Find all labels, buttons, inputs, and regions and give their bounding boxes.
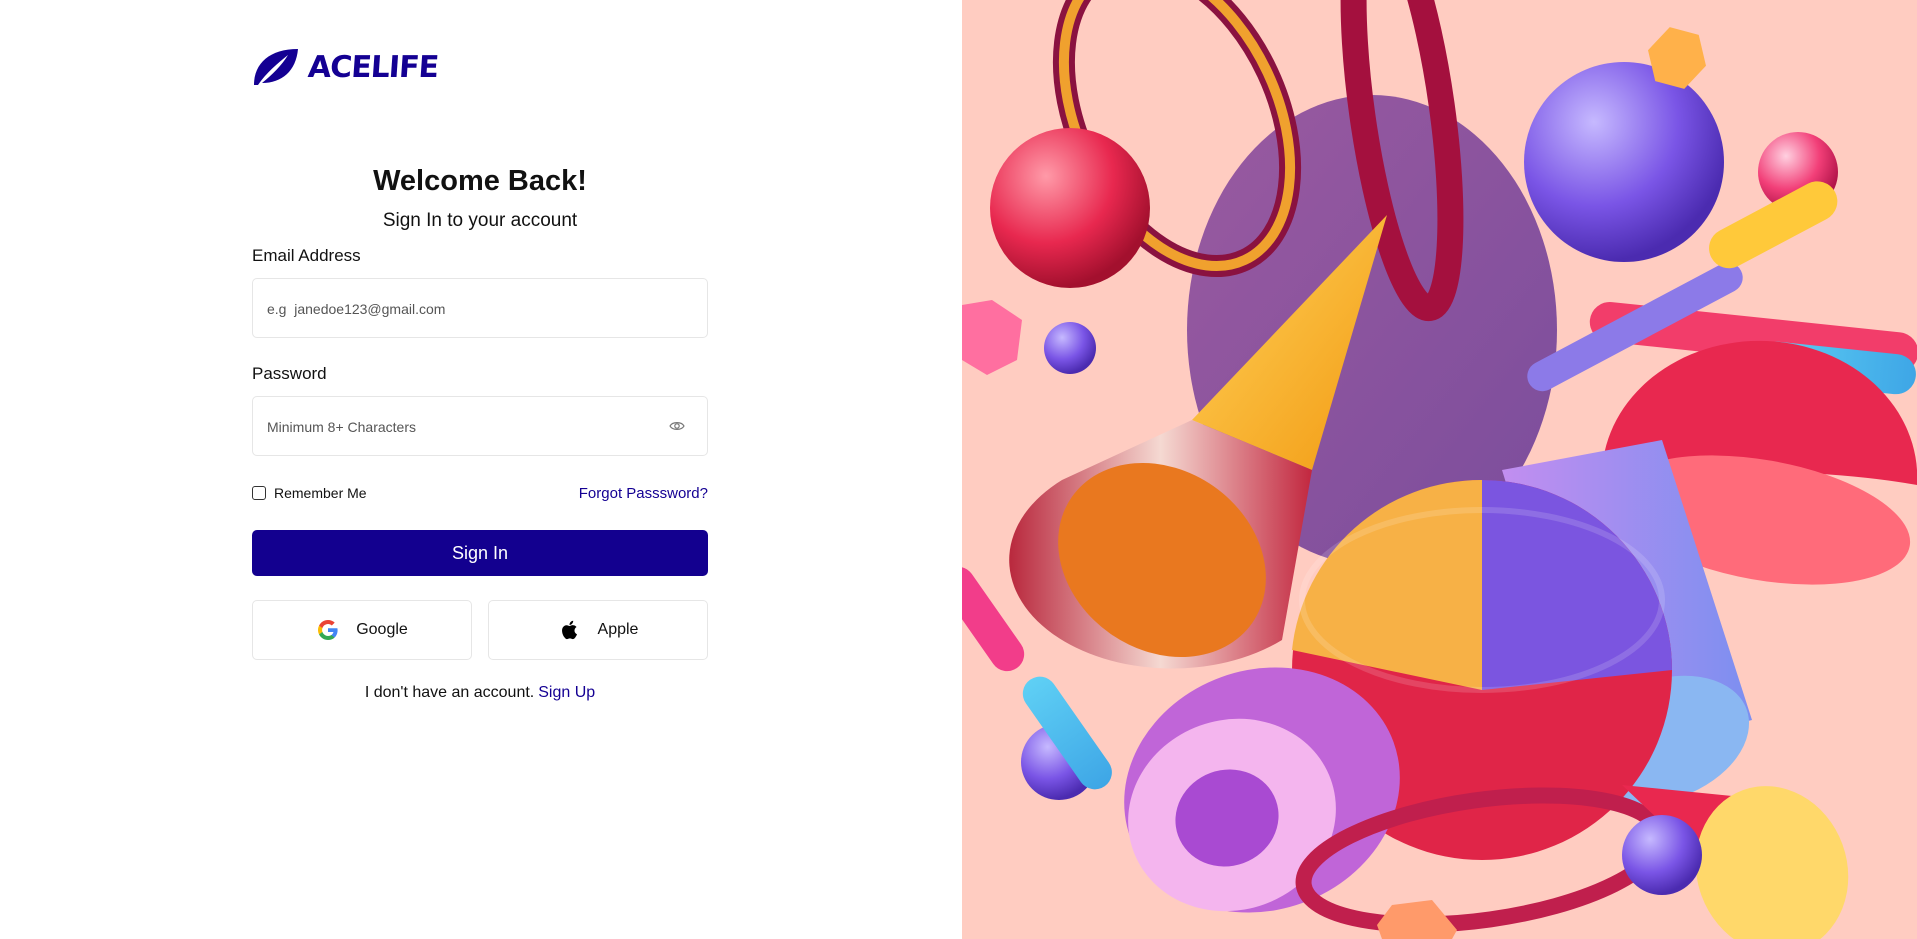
remember-label: Remember Me [274, 485, 367, 501]
signup-prompt: I don't have an account. Sign Up [252, 684, 708, 702]
password-field-container [252, 396, 708, 457]
apple-button[interactable]: Apple [488, 600, 708, 660]
page-title: Welcome Back! [373, 165, 587, 197]
google-button[interactable]: Google [252, 600, 472, 660]
abstract-3d-shapes-illustration [962, 0, 1917, 939]
google-label: Google [356, 621, 408, 638]
remember-me[interactable]: Remember Me [252, 485, 367, 501]
login-page: ACELIFE Welcome Back! Sign In to your ac… [0, 0, 1917, 939]
leaf-logo-icon [254, 49, 298, 85]
password-label: Password [252, 364, 327, 383]
password-field[interactable] [265, 397, 669, 457]
remember-row: Remember Me Forgot Passsword? [252, 483, 708, 503]
brand-logo[interactable]: ACELIFE [252, 47, 440, 87]
email-field[interactable] [265, 279, 669, 339]
social-login-row: Google Apple [252, 600, 708, 660]
remember-checkbox[interactable] [252, 486, 266, 500]
apple-icon [561, 620, 577, 640]
forgot-password-link[interactable]: Forgot Passsword? [579, 485, 708, 502]
hero-illustration [962, 0, 1917, 939]
google-icon [318, 620, 338, 640]
sign-in-button[interactable]: Sign In [252, 530, 708, 576]
sign-up-link[interactable]: Sign Up [538, 684, 595, 701]
apple-label: Apple [597, 621, 639, 638]
brand-name: ACELIFE [306, 49, 440, 85]
login-form: Welcome Back! Sign In to your account Em… [252, 160, 708, 702]
login-panel: ACELIFE Welcome Back! Sign In to your ac… [0, 0, 962, 939]
email-label: Email Address [252, 246, 361, 265]
page-subtitle: Sign In to your account [382, 210, 578, 231]
eye-icon[interactable] [669, 419, 685, 433]
no-account-text: I don't have an account. [364, 684, 535, 701]
email-field-container [252, 278, 708, 339]
